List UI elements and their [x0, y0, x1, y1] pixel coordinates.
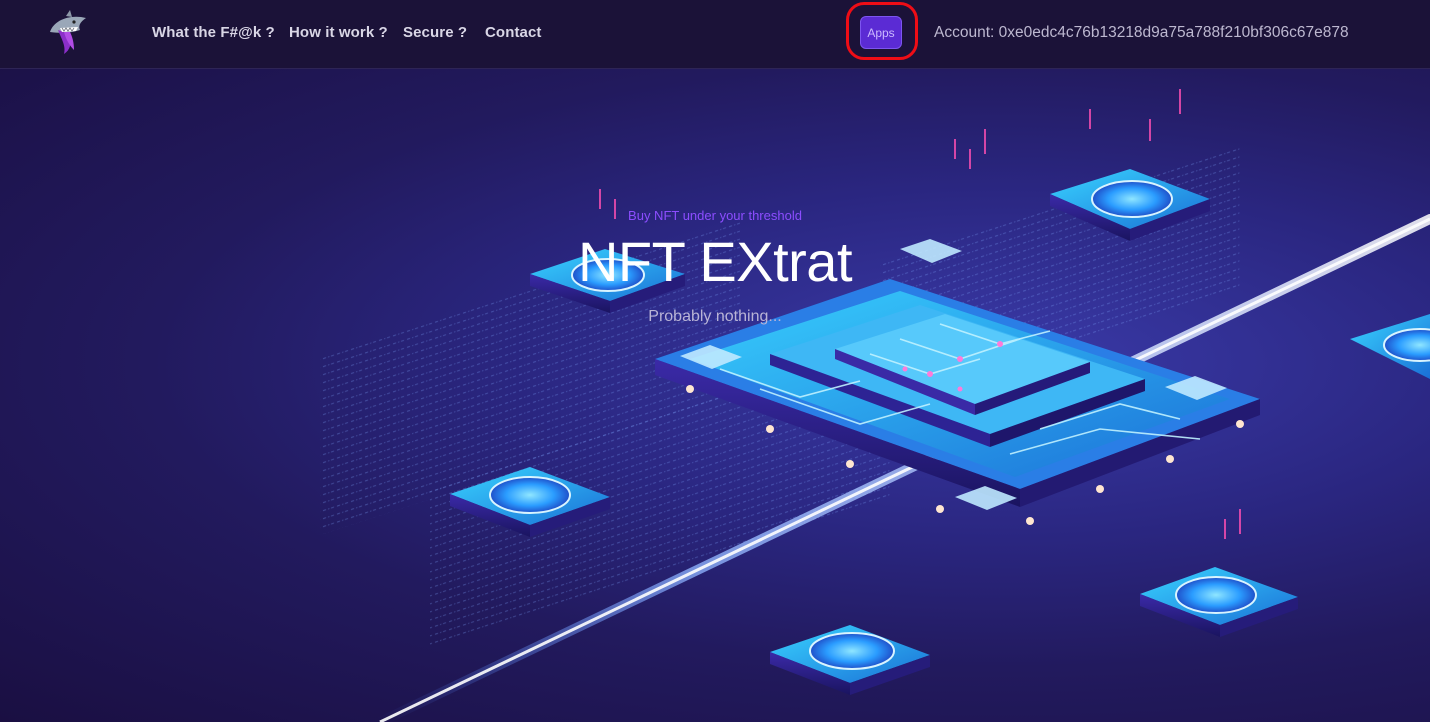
nav-link-contact[interactable]: Contact	[485, 24, 542, 41]
nav-link-what[interactable]: What the F#@k ?	[152, 24, 275, 41]
nav-link-secure[interactable]: Secure ?	[403, 24, 467, 41]
hero-section: Buy NFT under your threshold NFT EXtrat …	[0, 69, 1430, 722]
hero-content: Buy NFT under your threshold NFT EXtrat …	[0, 69, 1430, 722]
hero-title: NFT EXtrat	[577, 230, 853, 293]
shark-logo-icon[interactable]	[44, 10, 92, 56]
navbar: What the F#@k ? How it work ? Secure ? C…	[0, 0, 1430, 69]
hero-tagline: Buy NFT under your threshold	[628, 208, 802, 223]
account-address: Account: 0xe0edc4c76b13218d9a75a788f210b…	[934, 24, 1349, 41]
apps-button[interactable]: Apps	[860, 16, 902, 49]
nav-link-how-it-works[interactable]: How it work ?	[289, 24, 388, 41]
hero-subtitle: Probably nothing...	[648, 308, 782, 325]
